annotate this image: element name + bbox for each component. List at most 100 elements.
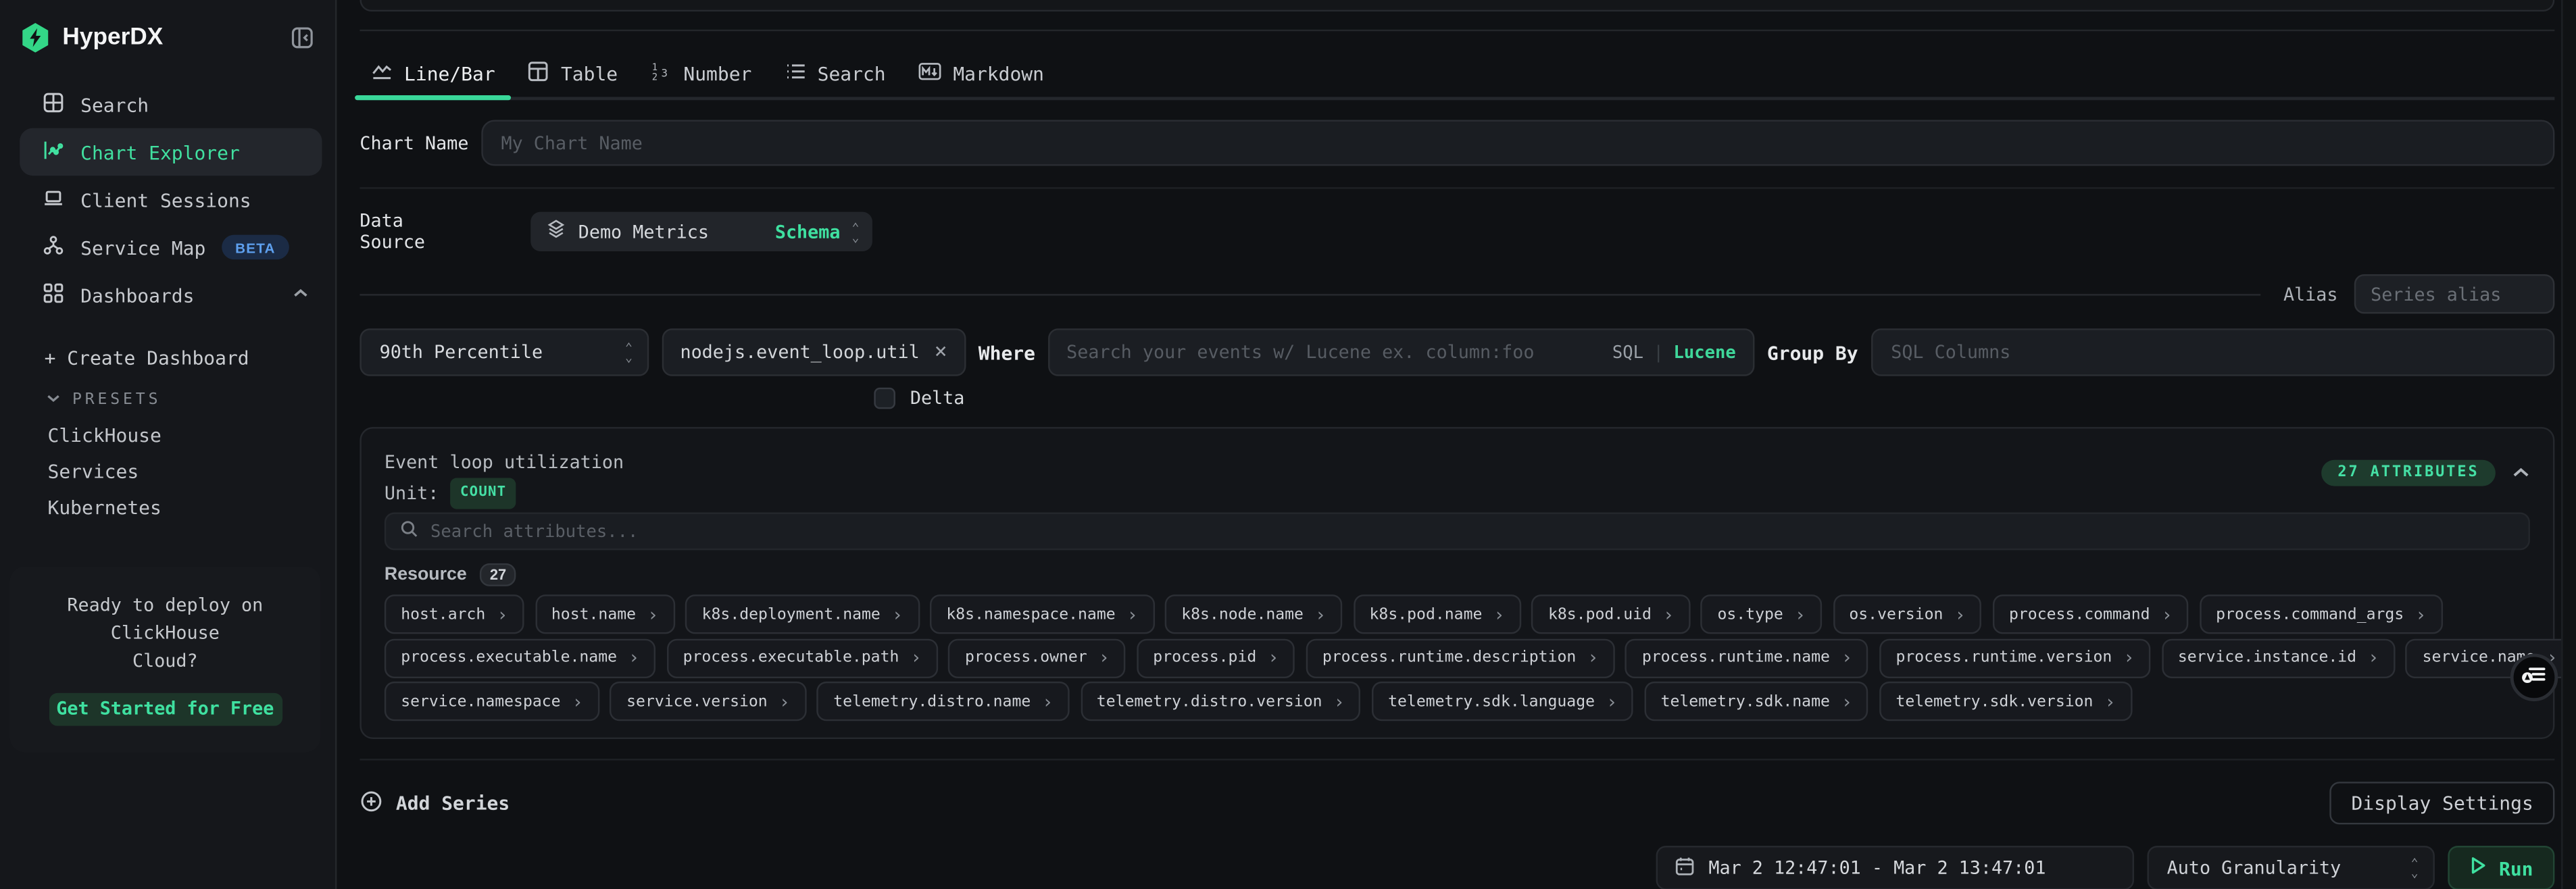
lucene-toggle[interactable]: Lucene [1674,342,1736,362]
where-search-input[interactable] [1066,342,1602,363]
attribute-chip[interactable]: os.type› [1701,594,1822,634]
unit-label: Unit: [385,481,439,505]
chevron-right-icon: › [1795,603,1806,625]
tab-search[interactable]: Search [768,49,902,97]
data-source-label: Data Source [360,210,478,253]
group-by-input[interactable] [1871,328,2554,376]
divider [360,759,2554,760]
sidebar-item-label: Client Sessions [80,188,251,211]
data-source-select[interactable]: Demo Metrics Schema ⌃⌄ [530,212,872,251]
attribute-chip[interactable]: process.command_args› [2200,594,2443,634]
query-language-toggle[interactable]: SQL | Lucene [1612,342,1736,362]
attribute-chip[interactable]: service.version› [610,682,806,721]
data-source-row: Data Source Demo Metrics Schema ⌃⌄ [360,212,2554,251]
attribute-chip[interactable]: process.runtime.description› [1306,638,1615,677]
chart-name-row: Chart Name [360,120,2554,166]
attribute-search-input[interactable] [430,522,2515,541]
close-icon[interactable]: × [935,342,947,363]
sidebar-item-service-map[interactable]: Service Map BETA [20,224,322,272]
series-builder-row: 90th Percentile ⌃⌄ nodejs.event_loop.uti… [360,328,2554,376]
tab-markdown[interactable]: Markdown [902,49,1060,97]
time-range-picker[interactable]: Mar 2 12:47:01 - Mar 2 13:47:01 [1656,846,2134,889]
feedback-widget-button[interactable] [2510,654,2558,702]
sql-toggle[interactable]: SQL [1612,342,1643,362]
attribute-chip[interactable]: os.version› [1833,594,1982,634]
preset-item-clickhouse[interactable]: ClickHouse [0,417,335,453]
attribute-chip[interactable]: process.runtime.name› [1626,638,1869,677]
beta-badge: BETA [222,235,289,259]
presets-header[interactable]: PRESETS [0,381,335,417]
svg-text:2: 2 [652,71,658,81]
tab-number[interactable]: 123 Number [634,49,768,97]
attribute-chip[interactable]: process.runtime.version› [1879,638,2151,677]
attribute-chip[interactable]: process.command› [1993,594,2189,634]
aggregation-select[interactable]: 90th Percentile ⌃⌄ [360,328,649,376]
attribute-chip[interactable]: k8s.pod.name› [1353,594,1521,634]
svg-text:1: 1 [652,61,658,72]
attribute-chip[interactable]: process.executable.path› [666,638,938,677]
attribute-chip[interactable]: telemetry.sdk.name› [1644,682,1868,721]
divider [360,30,2554,31]
attribute-chip[interactable]: process.pid› [1137,638,1295,677]
attribute-chip[interactable]: service.instance.id› [2162,638,2396,677]
alias-input[interactable] [2354,274,2555,313]
metric-chip[interactable]: nodejs.event_loop.util × [662,328,966,376]
preset-item-services[interactable]: Services [0,453,335,489]
run-button[interactable]: Run [2448,846,2554,889]
attribute-chip[interactable]: telemetry.distro.name› [817,682,1070,721]
chevron-up-icon[interactable] [293,286,309,304]
chevron-right-icon: › [647,603,658,625]
tab-table[interactable]: Table [512,49,634,97]
attribute-chip[interactable]: service.namespace› [385,682,599,721]
aggregation-value: 90th Percentile [380,342,625,363]
resource-group-label: Resource [385,565,467,584]
sidebar-nav: Search Chart Explorer Client Sessions Se… [0,80,335,319]
attribute-chip[interactable]: host.arch› [385,594,524,634]
bottom-toolbar: Mar 2 12:47:01 - Mar 2 13:47:01 Auto Gra… [360,846,2554,889]
sidebar-collapse-icon[interactable] [291,26,315,50]
circle-plus-icon [360,789,382,817]
select-updown-icon: ⌃⌄ [2411,859,2419,877]
metric-title: Event loop utilization [385,450,2321,474]
sidebar-item-chart-explorer[interactable]: Chart Explorer [20,128,322,176]
granularity-select[interactable]: Auto Granularity ⌃⌄ [2147,846,2434,889]
chevron-right-icon: › [628,647,639,669]
vertical-scrollbar[interactable] [2561,0,2576,889]
create-dashboard-button[interactable]: + Create Dashboard [0,319,335,381]
sidebar-item-search[interactable]: Search [20,80,322,128]
attribute-chip[interactable]: k8s.namespace.name› [930,594,1154,634]
attribute-chip[interactable]: telemetry.sdk.version› [1879,682,2132,721]
get-started-button[interactable]: Get Started for Free [49,693,282,726]
add-series-button[interactable]: Add Series [360,789,510,817]
changelog-icon [2520,660,2548,694]
alias-label: Alias [2283,283,2338,305]
search-icon [399,519,419,543]
attribute-search [385,513,2530,551]
tab-line-bar[interactable]: Line/Bar [355,49,512,97]
chevron-right-icon: › [497,603,507,625]
chevron-up-icon[interactable] [2512,466,2530,479]
number-123-icon: 123 [651,60,672,86]
attribute-chip[interactable]: process.owner› [949,638,1126,677]
attribute-chip[interactable]: process.executable.name› [385,638,656,677]
attribute-chip[interactable]: k8s.node.name› [1165,594,1343,634]
delta-checkbox[interactable] [874,387,895,409]
attribute-chip[interactable]: telemetry.distro.version› [1080,682,1360,721]
svg-text:3: 3 [662,66,668,78]
service-map-icon [43,234,64,260]
attribute-chip[interactable]: k8s.deployment.name› [685,594,919,634]
attribute-chip[interactable]: k8s.pod.uid› [1532,594,1691,634]
granularity-value: Auto Granularity [2167,857,2411,879]
schema-link[interactable]: Schema [775,221,841,243]
chart-name-input[interactable] [481,120,2554,166]
sidebar: HyperDX Search Chart Explorer Client Ses… [0,0,337,889]
attribute-chip[interactable]: telemetry.sdk.language› [1372,682,1634,721]
sidebar-item-client-sessions[interactable]: Client Sessions [20,176,322,224]
brand-row: HyperDX [0,0,335,53]
attribute-chip[interactable]: host.name› [535,594,675,634]
display-settings-button[interactable]: Display Settings [2330,782,2555,824]
sidebar-item-dashboards[interactable]: Dashboards [20,271,322,319]
preset-item-kubernetes[interactable]: Kubernetes [0,489,335,525]
chevron-right-icon: › [1334,690,1345,712]
table-icon [528,60,549,86]
